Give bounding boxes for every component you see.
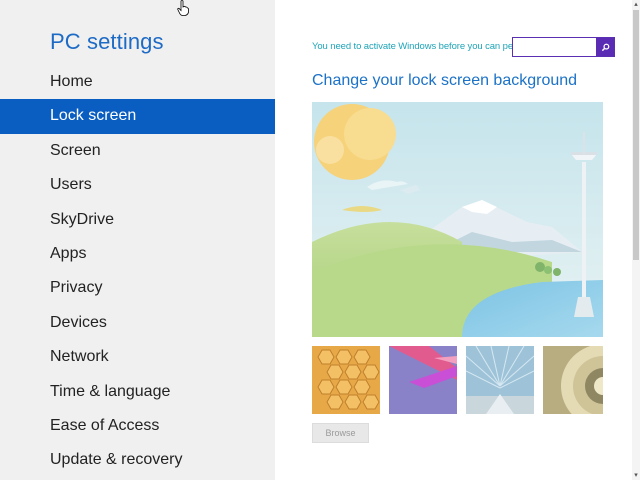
scroll-thumb[interactable]	[633, 10, 639, 260]
search-input[interactable]	[513, 38, 596, 56]
nav-item-lock-screen[interactable]: Lock screen	[0, 99, 275, 134]
nav-item-screen[interactable]: Screen	[0, 134, 275, 168]
browse-button[interactable]: Browse	[312, 423, 369, 443]
background-thumbnails	[312, 346, 603, 414]
thumbnail-shell-spiral[interactable]	[543, 346, 603, 414]
nav-item-update-recovery[interactable]: Update & recovery	[0, 443, 275, 477]
nav-item-ease-of-access[interactable]: Ease of Access	[0, 409, 275, 443]
navigation-pane: PC settings Home Lock screen Screen User…	[0, 0, 275, 480]
lock-screen-heading: Change your lock screen background	[312, 72, 578, 89]
hand-cursor-icon	[177, 0, 189, 16]
content-pane: You need to activate Windows before you …	[275, 0, 640, 480]
nav-item-privacy[interactable]: Privacy	[0, 271, 275, 305]
nav-item-apps[interactable]: Apps	[0, 237, 275, 271]
vertical-scrollbar[interactable]: ▴ ▾	[632, 0, 640, 480]
thumbnail-honeycomb[interactable]	[312, 346, 380, 414]
scroll-up-icon[interactable]: ▴	[632, 0, 640, 9]
thumbnail-purple-ribbons[interactable]	[389, 346, 457, 414]
search-button[interactable]	[596, 38, 614, 56]
nav-item-network[interactable]: Network	[0, 340, 275, 374]
nav-item-time-language[interactable]: Time & language	[0, 375, 275, 409]
page-title: PC settings	[50, 29, 164, 54]
nav-item-skydrive[interactable]: SkyDrive	[0, 203, 275, 237]
thumbnail-glass-ceiling[interactable]	[466, 346, 534, 414]
search-box[interactable]	[512, 37, 615, 57]
nav-item-devices[interactable]: Devices	[0, 306, 275, 340]
nav-list: Home Lock screen Screen Users SkyDrive A…	[0, 65, 275, 478]
nav-item-home[interactable]: Home	[0, 65, 275, 99]
scroll-down-icon[interactable]: ▾	[632, 471, 640, 480]
search-icon	[601, 43, 609, 51]
lock-screen-preview	[312, 102, 603, 337]
nav-item-users[interactable]: Users	[0, 168, 275, 202]
